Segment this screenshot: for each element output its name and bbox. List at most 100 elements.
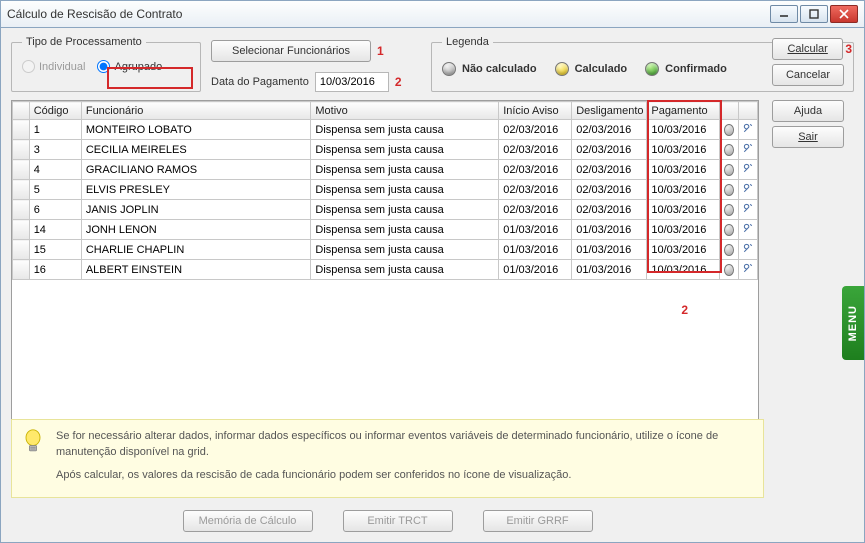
cell-tool[interactable] bbox=[739, 120, 758, 140]
cell-desligamento[interactable]: 02/03/2016 bbox=[572, 120, 647, 140]
cell-funcionario[interactable]: JONH LENON bbox=[81, 220, 311, 240]
cell-motivo[interactable]: Dispensa sem justa causa bbox=[311, 160, 499, 180]
annotation-1: 1 bbox=[377, 44, 384, 58]
wrench-icon[interactable] bbox=[742, 122, 754, 137]
wrench-icon[interactable] bbox=[742, 262, 754, 277]
cell-codigo[interactable]: 6 bbox=[29, 200, 81, 220]
calcular-button[interactable]: Calcular bbox=[772, 38, 843, 60]
cell-pagamento[interactable]: 10/03/2016 bbox=[647, 260, 720, 280]
cell-tool[interactable] bbox=[739, 180, 758, 200]
cell-tool[interactable] bbox=[739, 140, 758, 160]
minimize-button[interactable] bbox=[770, 5, 798, 23]
table-row[interactable]: 15CHARLIE CHAPLINDispensa sem justa caus… bbox=[13, 240, 758, 260]
emitir-grrf-button[interactable]: Emitir GRRF bbox=[483, 510, 593, 532]
sair-button[interactable]: Sair bbox=[772, 126, 844, 148]
ajuda-button[interactable]: Ajuda bbox=[772, 100, 844, 122]
cell-pagamento[interactable]: 10/03/2016 bbox=[647, 180, 720, 200]
col-status bbox=[720, 102, 739, 120]
cell-funcionario[interactable]: CECILIA MEIRELES bbox=[81, 140, 311, 160]
cell-codigo[interactable]: 5 bbox=[29, 180, 81, 200]
col-funcionario[interactable]: Funcionário bbox=[81, 102, 311, 120]
cell-motivo[interactable]: Dispensa sem justa causa bbox=[311, 120, 499, 140]
cell-inicio[interactable]: 02/03/2016 bbox=[499, 160, 572, 180]
cell-desligamento[interactable]: 02/03/2016 bbox=[572, 200, 647, 220]
close-button[interactable] bbox=[830, 5, 858, 23]
col-pagamento[interactable]: Pagamento bbox=[647, 102, 720, 120]
cell-inicio[interactable]: 02/03/2016 bbox=[499, 200, 572, 220]
cell-pagamento[interactable]: 10/03/2016 bbox=[647, 120, 720, 140]
cell-desligamento[interactable]: 01/03/2016 bbox=[572, 240, 647, 260]
wrench-icon[interactable] bbox=[742, 202, 754, 217]
cell-tool[interactable] bbox=[739, 220, 758, 240]
grey-dot-icon bbox=[724, 184, 734, 196]
cell-motivo[interactable]: Dispensa sem justa causa bbox=[311, 260, 499, 280]
col-inicio-aviso[interactable]: Início Aviso bbox=[499, 102, 572, 120]
cell-codigo[interactable]: 14 bbox=[29, 220, 81, 240]
col-desligamento[interactable]: Desligamento bbox=[572, 102, 647, 120]
cell-inicio[interactable]: 02/03/2016 bbox=[499, 140, 572, 160]
cell-motivo[interactable]: Dispensa sem justa causa bbox=[311, 220, 499, 240]
wrench-icon[interactable] bbox=[742, 142, 754, 157]
grid[interactable]: Código Funcionário Motivo Início Aviso D… bbox=[11, 100, 759, 432]
cell-pagamento[interactable]: 10/03/2016 bbox=[647, 240, 720, 260]
hint-box: Se for necessário alterar dados, informa… bbox=[11, 419, 764, 499]
cell-desligamento[interactable]: 02/03/2016 bbox=[572, 160, 647, 180]
table-row[interactable]: 4GRACILIANO RAMOSDispensa sem justa caus… bbox=[13, 160, 758, 180]
cell-tool[interactable] bbox=[739, 240, 758, 260]
cell-codigo[interactable]: 4 bbox=[29, 160, 81, 180]
cell-funcionario[interactable]: CHARLIE CHAPLIN bbox=[81, 240, 311, 260]
cell-inicio[interactable]: 01/03/2016 bbox=[499, 260, 572, 280]
cell-tool[interactable] bbox=[739, 260, 758, 280]
cell-pagamento[interactable]: 10/03/2016 bbox=[647, 160, 720, 180]
agrupado-radio[interactable] bbox=[97, 60, 110, 73]
cell-motivo[interactable]: Dispensa sem justa causa bbox=[311, 200, 499, 220]
cell-motivo[interactable]: Dispensa sem justa causa bbox=[311, 140, 499, 160]
cell-funcionario[interactable]: GRACILIANO RAMOS bbox=[81, 160, 311, 180]
col-codigo[interactable]: Código bbox=[29, 102, 81, 120]
cell-pagamento[interactable]: 10/03/2016 bbox=[647, 220, 720, 240]
cell-tool[interactable] bbox=[739, 160, 758, 180]
wrench-icon[interactable] bbox=[742, 242, 754, 257]
cell-desligamento[interactable]: 02/03/2016 bbox=[572, 140, 647, 160]
cell-desligamento[interactable]: 01/03/2016 bbox=[572, 260, 647, 280]
cell-funcionario[interactable]: JANIS JOPLIN bbox=[81, 200, 311, 220]
table-row[interactable]: 1MONTEIRO LOBATODispensa sem justa causa… bbox=[13, 120, 758, 140]
agrupado-label[interactable]: Agrupado bbox=[114, 61, 162, 73]
cell-inicio[interactable]: 02/03/2016 bbox=[499, 120, 572, 140]
menu-tab[interactable]: MENU bbox=[842, 286, 864, 360]
cell-pagamento[interactable]: 10/03/2016 bbox=[647, 200, 720, 220]
cell-desligamento[interactable]: 01/03/2016 bbox=[572, 220, 647, 240]
maximize-button[interactable] bbox=[800, 5, 828, 23]
lightbulb-icon bbox=[22, 428, 44, 459]
cell-inicio[interactable]: 01/03/2016 bbox=[499, 220, 572, 240]
cell-desligamento[interactable]: 02/03/2016 bbox=[572, 180, 647, 200]
table-row[interactable]: 16ALBERT EINSTEINDispensa sem justa caus… bbox=[13, 260, 758, 280]
cell-inicio[interactable]: 02/03/2016 bbox=[499, 180, 572, 200]
selecionar-funcionarios-button[interactable]: Selecionar Funcionários bbox=[211, 40, 371, 62]
cell-codigo[interactable]: 15 bbox=[29, 240, 81, 260]
table-row[interactable]: 3CECILIA MEIRELESDispensa sem justa caus… bbox=[13, 140, 758, 160]
cancelar-button[interactable]: Cancelar bbox=[772, 64, 844, 86]
row-header bbox=[13, 200, 30, 220]
cell-funcionario[interactable]: ELVIS PRESLEY bbox=[81, 180, 311, 200]
cell-codigo[interactable]: 16 bbox=[29, 260, 81, 280]
data-pagamento-input[interactable] bbox=[315, 72, 389, 92]
cell-codigo[interactable]: 3 bbox=[29, 140, 81, 160]
cell-inicio[interactable]: 01/03/2016 bbox=[499, 240, 572, 260]
wrench-icon[interactable] bbox=[742, 162, 754, 177]
cell-motivo[interactable]: Dispensa sem justa causa bbox=[311, 180, 499, 200]
cell-codigo[interactable]: 1 bbox=[29, 120, 81, 140]
cell-pagamento[interactable]: 10/03/2016 bbox=[647, 140, 720, 160]
wrench-icon[interactable] bbox=[742, 182, 754, 197]
memoria-calculo-button[interactable]: Memória de Cálculo bbox=[183, 510, 313, 532]
emitir-trct-button[interactable]: Emitir TRCT bbox=[343, 510, 453, 532]
table-row[interactable]: 5ELVIS PRESLEYDispensa sem justa causa02… bbox=[13, 180, 758, 200]
col-motivo[interactable]: Motivo bbox=[311, 102, 499, 120]
cell-tool[interactable] bbox=[739, 200, 758, 220]
cell-motivo[interactable]: Dispensa sem justa causa bbox=[311, 240, 499, 260]
cell-funcionario[interactable]: ALBERT EINSTEIN bbox=[81, 260, 311, 280]
table-row[interactable]: 6JANIS JOPLINDispensa sem justa causa02/… bbox=[13, 200, 758, 220]
cell-funcionario[interactable]: MONTEIRO LOBATO bbox=[81, 120, 311, 140]
wrench-icon[interactable] bbox=[742, 222, 754, 237]
table-row[interactable]: 14JONH LENONDispensa sem justa causa01/0… bbox=[13, 220, 758, 240]
